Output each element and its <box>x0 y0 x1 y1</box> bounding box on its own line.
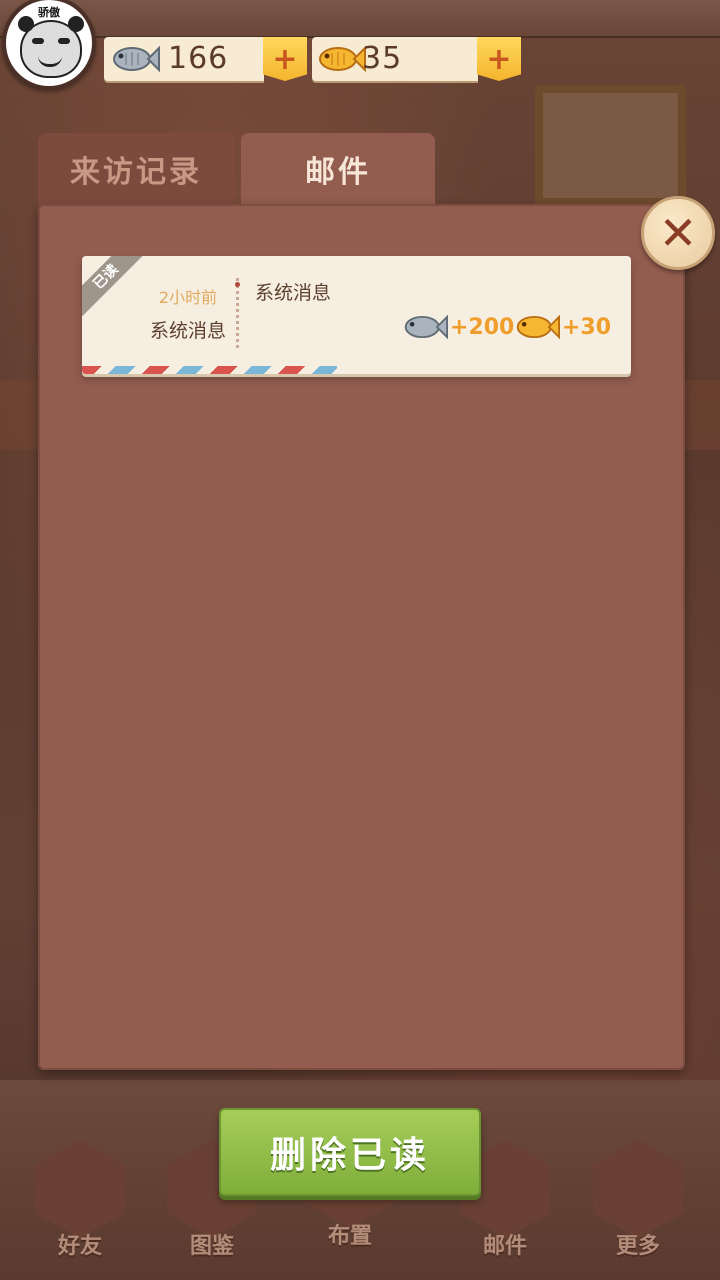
nav-friends[interactable]: 好友 <box>25 1140 135 1280</box>
silver-fish-icon <box>110 43 160 75</box>
silver-fish-counter: 166 <box>104 37 264 81</box>
silver-fish-amount: 166 <box>168 41 229 76</box>
tab-visit-records[interactable]: 来访记录 <box>38 133 234 205</box>
reward-gold-amount: +30 <box>562 314 612 340</box>
top-bar <box>0 0 720 38</box>
nav-catalog-label: 图鉴 <box>189 1234 234 1259</box>
tab-mail[interactable]: 邮件 <box>241 133 435 205</box>
panda-face-icon <box>18 16 84 78</box>
reward-silver-amount: +200 <box>450 314 515 340</box>
add-silver-fish-button[interactable]: + <box>263 37 307 81</box>
nav-friends-label: 好友 <box>57 1234 102 1259</box>
reward-silver-fish: +200 <box>402 312 514 342</box>
nav-more-label: 更多 <box>615 1234 660 1259</box>
friends-icon <box>35 1140 125 1238</box>
nav-more[interactable]: 更多 <box>583 1140 693 1280</box>
background-picture-frame <box>535 85 686 206</box>
close-button[interactable]: ✕ <box>641 196 715 270</box>
add-gold-fish-button[interactable]: + <box>477 37 521 81</box>
gold-fish-icon <box>514 312 560 342</box>
delete-read-button[interactable]: 删除已读 <box>219 1108 481 1196</box>
mail-divider <box>235 278 240 348</box>
reward-gold-fish: +30 <box>514 312 611 342</box>
airmail-stripe <box>82 366 337 374</box>
mail-item[interactable]: 已读 2小时前 系统消息 系统消息 +200 +30 <box>82 256 631 374</box>
nav-mail-label: 邮件 <box>482 1234 527 1259</box>
mail-time: 2小时前 <box>158 288 218 307</box>
mail-subject: 系统消息 <box>255 282 332 304</box>
gold-fish-amount: 35 <box>362 41 403 76</box>
avatar[interactable]: 骄傲 <box>2 0 96 90</box>
more-icon <box>593 1140 683 1238</box>
gold-fish-icon <box>316 43 366 75</box>
nav-decorate-label: 布置 <box>327 1224 372 1249</box>
gold-fish-counter: 35 <box>312 37 478 81</box>
silver-fish-icon <box>402 312 448 342</box>
